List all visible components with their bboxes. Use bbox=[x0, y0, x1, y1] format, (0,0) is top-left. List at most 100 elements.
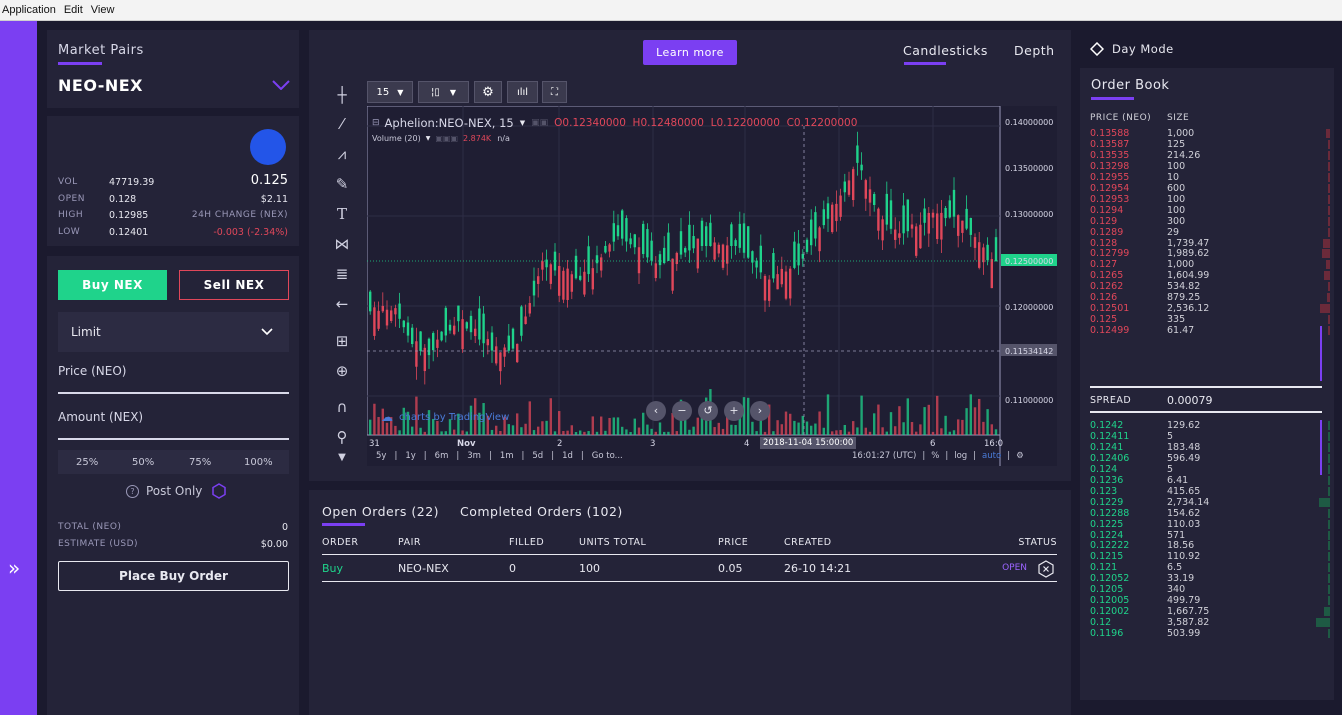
bid-row[interactable]: 0.1224 571 bbox=[1090, 530, 1330, 541]
lock-icon[interactable]: ⚲ bbox=[330, 428, 354, 450]
asks-scrollbar[interactable] bbox=[1320, 326, 1322, 381]
more-tools-icon[interactable]: ▼ bbox=[330, 452, 354, 474]
tab-completed-orders[interactable]: Completed Orders (102) bbox=[460, 504, 623, 519]
bid-row[interactable]: 0.12002 1,667.75 bbox=[1090, 606, 1330, 617]
sell-tab-button[interactable]: Sell NEX bbox=[179, 270, 289, 300]
sidebar-collapse-strip[interactable]: » bbox=[0, 21, 37, 715]
post-only-toggle[interactable]: ? Post Only bbox=[126, 483, 227, 499]
bid-row[interactable]: 0.124 5 bbox=[1090, 464, 1330, 475]
magnet-icon[interactable]: ∩ bbox=[330, 398, 354, 420]
scroll-right-icon[interactable]: › bbox=[750, 401, 770, 421]
amount-input[interactable]: Amount (NEX) bbox=[58, 410, 289, 440]
tab-depth[interactable]: Depth bbox=[1014, 43, 1055, 58]
ask-row[interactable]: 0.126 879.25 bbox=[1090, 292, 1330, 303]
bid-row[interactable]: 0.12222 18.56 bbox=[1090, 540, 1330, 551]
ask-row[interactable]: 0.125 335 bbox=[1090, 314, 1330, 325]
cancel-order-icon[interactable] bbox=[1038, 560, 1054, 578]
bid-row[interactable]: 0.1241 183.48 bbox=[1090, 442, 1330, 453]
table-row[interactable]: Buy NEO-NEX 0 100 0.05 26-10 14:21 OPEN bbox=[322, 558, 1057, 582]
log-scale-button[interactable]: log bbox=[954, 451, 967, 461]
chevron-down-icon[interactable] bbox=[272, 80, 290, 90]
ask-row[interactable]: 0.12799 1,989.62 bbox=[1090, 248, 1330, 259]
bid-row[interactable]: 0.1215 110.92 bbox=[1090, 551, 1330, 562]
day-mode-toggle[interactable]: Day Mode bbox=[1090, 42, 1174, 56]
ask-row[interactable]: 0.128 1,739.47 bbox=[1090, 238, 1330, 249]
menu-application[interactable]: Application bbox=[2, 4, 56, 16]
menu-view[interactable]: View bbox=[91, 4, 115, 16]
price-input[interactable]: Price (NEO) bbox=[58, 364, 289, 394]
ask-row[interactable]: 0.12955 10 bbox=[1090, 172, 1330, 183]
bid-row[interactable]: 0.1205 340 bbox=[1090, 584, 1330, 595]
bid-row[interactable]: 0.1229 2,734.14 bbox=[1090, 497, 1330, 508]
zoom-in-icon[interactable]: ⊕ bbox=[330, 362, 354, 384]
bid-row[interactable]: 0.1225 110.03 bbox=[1090, 519, 1330, 530]
range-3m[interactable]: 3m bbox=[467, 451, 481, 461]
bids-scrollbar[interactable] bbox=[1320, 420, 1322, 475]
ask-row[interactable]: 0.13535 214.26 bbox=[1090, 150, 1330, 161]
bid-row[interactable]: 0.12005 499.79 bbox=[1090, 595, 1330, 606]
ask-row[interactable]: 0.12501 2,536.12 bbox=[1090, 303, 1330, 314]
buy-tab-button[interactable]: Buy NEX bbox=[58, 270, 167, 300]
collapse-legend-icon[interactable]: ⊟ bbox=[372, 118, 380, 128]
pct-25-button[interactable]: 25% bbox=[76, 457, 98, 468]
crosshair-icon[interactable]: ┼ bbox=[330, 86, 354, 108]
order-type-select[interactable]: Limit bbox=[58, 312, 289, 352]
percent-scale-button[interactable]: % bbox=[931, 451, 939, 461]
pair-selector[interactable]: NEO-NEX bbox=[58, 76, 290, 98]
pct-100-button[interactable]: 100% bbox=[244, 457, 273, 468]
range-1d[interactable]: 1d bbox=[562, 451, 573, 461]
bid-row[interactable]: 0.1196 503.99 bbox=[1090, 628, 1330, 639]
bid-row[interactable]: 0.12288 154.62 bbox=[1090, 508, 1330, 519]
ask-row[interactable]: 0.12954 600 bbox=[1090, 183, 1330, 194]
place-order-button[interactable]: Place Buy Order bbox=[58, 561, 289, 591]
text-tool-icon[interactable]: T bbox=[330, 205, 354, 227]
bid-row[interactable]: 0.1242 129.62 bbox=[1090, 420, 1330, 431]
range-1y[interactable]: 1y bbox=[405, 451, 415, 461]
measure-icon[interactable]: ≣ bbox=[330, 265, 354, 287]
ask-row[interactable]: 0.12953 100 bbox=[1090, 194, 1330, 205]
range-5y[interactable]: 5y bbox=[376, 451, 386, 461]
bid-row[interactable]: 0.121 6.5 bbox=[1090, 562, 1330, 573]
fullscreen-button[interactable]: ⛶ bbox=[542, 81, 567, 103]
ask-row[interactable]: 0.129 300 bbox=[1090, 216, 1330, 227]
reset-icon[interactable]: ↺ bbox=[698, 401, 718, 421]
bid-row[interactable]: 0.12411 5 bbox=[1090, 431, 1330, 442]
bid-row[interactable]: 0.1236 6.41 bbox=[1090, 475, 1330, 486]
range-5d[interactable]: 5d bbox=[532, 451, 543, 461]
bid-row[interactable]: 0.12052 33.19 bbox=[1090, 573, 1330, 584]
pct-50-button[interactable]: 50% bbox=[132, 457, 154, 468]
hexagon-checkbox-icon[interactable] bbox=[212, 483, 227, 499]
arrow-left-icon[interactable]: ← bbox=[330, 295, 354, 317]
brush-icon[interactable]: ✎ bbox=[330, 175, 354, 197]
scale-settings-icon[interactable]: ⚙ bbox=[1016, 451, 1024, 461]
ask-row[interactable]: 0.13587 125 bbox=[1090, 139, 1330, 150]
goto-button[interactable]: Go to... bbox=[592, 451, 623, 461]
pct-75-button[interactable]: 75% bbox=[189, 457, 211, 468]
trendline-icon[interactable]: ⁄ bbox=[330, 115, 354, 137]
ruler-icon[interactable]: ⊞ bbox=[330, 332, 354, 354]
zoom-out-icon[interactable]: − bbox=[672, 401, 692, 421]
interval-select[interactable]: 15 ▼ bbox=[367, 81, 413, 103]
expand-chevrons-icon[interactable]: » bbox=[8, 556, 20, 580]
auto-scale-button[interactable]: auto bbox=[982, 451, 1001, 461]
bid-row[interactable]: 0.12 3,587.82 bbox=[1090, 617, 1330, 628]
ask-row[interactable]: 0.12499 61.47 bbox=[1090, 325, 1330, 336]
ask-row[interactable]: 0.13298 100 bbox=[1090, 161, 1330, 172]
learn-more-button[interactable]: Learn more bbox=[643, 40, 737, 65]
ask-row[interactable]: 0.1262 534.82 bbox=[1090, 281, 1330, 292]
bid-row[interactable]: 0.12406 596.49 bbox=[1090, 453, 1330, 464]
indicators-button[interactable]: ılıl bbox=[507, 81, 538, 103]
chart-settings-button[interactable]: ⚙ bbox=[474, 81, 502, 103]
ask-row[interactable]: 0.1294 100 bbox=[1090, 205, 1330, 216]
menu-edit[interactable]: Edit bbox=[64, 4, 83, 16]
ask-row[interactable]: 0.1265 1,604.99 bbox=[1090, 270, 1330, 281]
chart-type-select[interactable]: ¦▯ ▼ bbox=[418, 81, 469, 103]
pattern-icon[interactable]: ⋈ bbox=[330, 235, 354, 257]
range-1m[interactable]: 1m bbox=[500, 451, 514, 461]
range-6m[interactable]: 6m bbox=[435, 451, 449, 461]
tab-open-orders[interactable]: Open Orders (22) bbox=[322, 504, 439, 519]
scroll-left-icon[interactable]: ‹ bbox=[646, 401, 666, 421]
ask-row[interactable]: 0.1289 29 bbox=[1090, 227, 1330, 238]
zoom-in-nav-icon[interactable]: + bbox=[724, 401, 744, 421]
fib-icon[interactable]: ⩘ bbox=[330, 145, 354, 167]
